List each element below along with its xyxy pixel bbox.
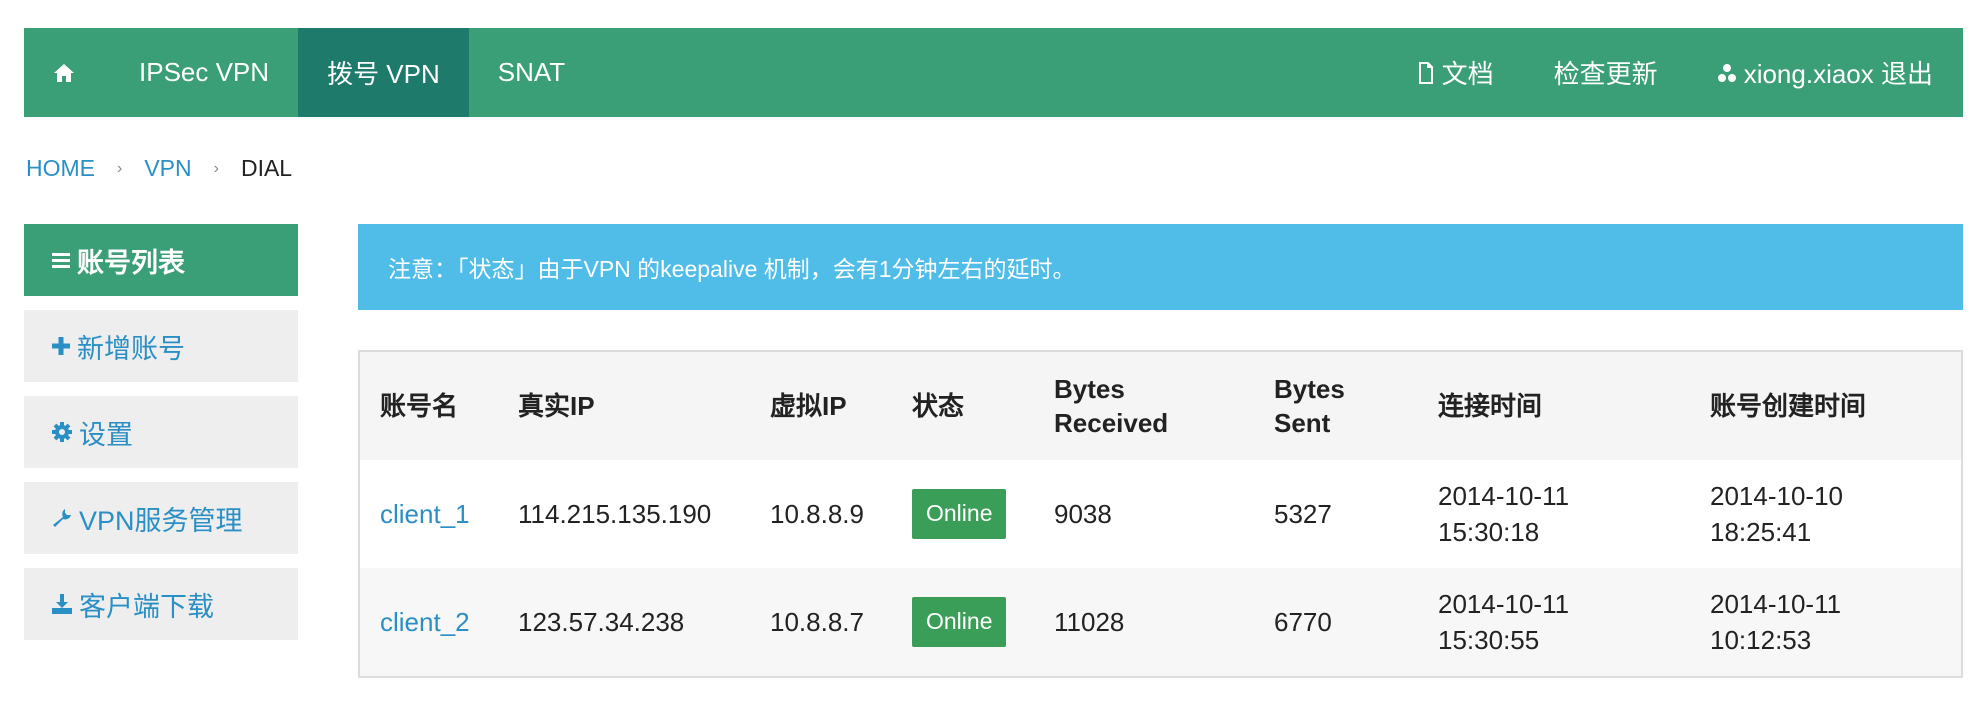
created-date: 2014-10-10 <box>1710 481 1843 511</box>
cell-bytes-sent: 5327 <box>1254 460 1418 568</box>
col-account-name: 账号名 <box>360 352 498 460</box>
nav-docs[interactable]: 文档 <box>1388 28 1524 117</box>
nav-right: 文档 检查更新 xiong.xiaox 退出 <box>1388 28 1963 117</box>
cell-bytes-received: 11028 <box>1034 568 1254 676</box>
breadcrumb-current: DIAL <box>240 155 293 181</box>
sidebar-item-label: 新增账号 <box>77 333 185 364</box>
status-badge: Online <box>912 597 1007 647</box>
col-virtual-ip: 虚拟IP <box>750 352 892 460</box>
cell-real-ip: 114.215.135.190 <box>498 460 750 568</box>
accounts-table: 账号名 真实IP 虚拟IP 状态 Bytes Received Bytes Se… <box>358 350 1963 678</box>
list-icon <box>51 250 71 270</box>
table-header-row: 账号名 真实IP 虚拟IP 状态 Bytes Received Bytes Se… <box>360 352 1961 460</box>
created-clock: 10:12:53 <box>1710 625 1812 655</box>
sidebar-item-vpn-service[interactable]: VPN服务管理 <box>24 482 298 554</box>
col-status: 状态 <box>892 352 1034 460</box>
nav-ipsec-vpn[interactable]: IPSec VPN <box>110 28 298 117</box>
connect-date: 2014-10-11 <box>1438 481 1570 511</box>
breadcrumb: HOME › VPN › DIAL <box>26 155 292 182</box>
connect-clock: 15:30:18 <box>1438 517 1540 547</box>
sidebar: 账号列表 新增账号 设置 VPN服务管理 客户端下载 <box>24 224 298 654</box>
nav-user-label: xiong.xiaox 退出 <box>1743 59 1933 89</box>
cell-connect-time: 2014-10-11 15:30:55 <box>1418 568 1690 676</box>
breadcrumb-home[interactable]: HOME <box>26 155 95 182</box>
table-row: client_2 123.57.34.238 10.8.8.7 Online 1… <box>360 568 1961 676</box>
user-icon <box>1717 63 1736 83</box>
connect-date: 2014-10-11 <box>1438 589 1570 619</box>
connect-clock: 15:30:55 <box>1438 625 1540 655</box>
col-created-time: 账号创建时间 <box>1690 352 1961 460</box>
sidebar-item-account-list[interactable]: 账号列表 <box>24 224 298 296</box>
cell-bytes-sent: 6770 <box>1254 568 1418 676</box>
cell-real-ip: 123.57.34.238 <box>498 568 750 676</box>
sidebar-item-label: 客户端下载 <box>79 591 214 622</box>
breadcrumb-separator: › <box>117 159 123 177</box>
col-real-ip: 真实IP <box>498 352 750 460</box>
download-icon <box>51 593 73 615</box>
nav-left: IPSec VPN 拨号 VPN SNAT <box>24 28 594 117</box>
notice-banner: 注意：「状态」由于VPN 的keepalive 机制，会有1分钟左右的延时。 <box>358 224 1963 310</box>
wrench-icon <box>51 507 73 529</box>
sidebar-item-settings[interactable]: 设置 <box>24 396 298 468</box>
sidebar-item-client-download[interactable]: 客户端下载 <box>24 568 298 640</box>
cell-created-time: 2014-10-11 10:12:53 <box>1690 568 1961 676</box>
sidebar-item-label: 设置 <box>79 419 133 450</box>
nav-home[interactable] <box>24 28 110 117</box>
sidebar-item-label: VPN服务管理 <box>79 505 243 536</box>
cell-virtual-ip: 10.8.8.9 <box>750 460 892 568</box>
nav-user-logout[interactable]: xiong.xiaox 退出 <box>1688 28 1963 117</box>
cell-created-time: 2014-10-10 18:25:41 <box>1690 460 1961 568</box>
cell-virtual-ip: 10.8.8.7 <box>750 568 892 676</box>
top-navbar: IPSec VPN 拨号 VPN SNAT 文档 检查更新 xiong.xiao… <box>24 28 1963 117</box>
account-link[interactable]: client_1 <box>380 499 470 529</box>
created-clock: 18:25:41 <box>1710 517 1812 547</box>
status-badge: Online <box>912 489 1007 539</box>
home-icon <box>52 61 76 85</box>
plus-icon <box>51 336 71 356</box>
breadcrumb-separator: › <box>213 159 219 177</box>
nav-docs-label: 文档 <box>1441 59 1494 89</box>
col-connect-time: 连接时间 <box>1418 352 1690 460</box>
nav-snat[interactable]: SNAT <box>469 28 594 117</box>
gear-icon <box>51 421 73 443</box>
col-bytes-sent: Bytes Sent <box>1254 352 1418 460</box>
sidebar-item-add-account[interactable]: 新增账号 <box>24 310 298 382</box>
col-bytes-received: Bytes Received <box>1034 352 1254 460</box>
cell-bytes-received: 9038 <box>1034 460 1254 568</box>
breadcrumb-vpn[interactable]: VPN <box>144 155 191 182</box>
nav-dial-vpn[interactable]: 拨号 VPN <box>298 28 469 117</box>
account-link[interactable]: client_2 <box>380 607 470 637</box>
nav-check-update[interactable]: 检查更新 <box>1524 28 1688 117</box>
table-row: client_1 114.215.135.190 10.8.8.9 Online… <box>360 460 1961 568</box>
created-date: 2014-10-11 <box>1710 589 1842 619</box>
sidebar-item-label: 账号列表 <box>77 247 185 278</box>
document-icon <box>1418 61 1434 84</box>
cell-connect-time: 2014-10-11 15:30:18 <box>1418 460 1690 568</box>
